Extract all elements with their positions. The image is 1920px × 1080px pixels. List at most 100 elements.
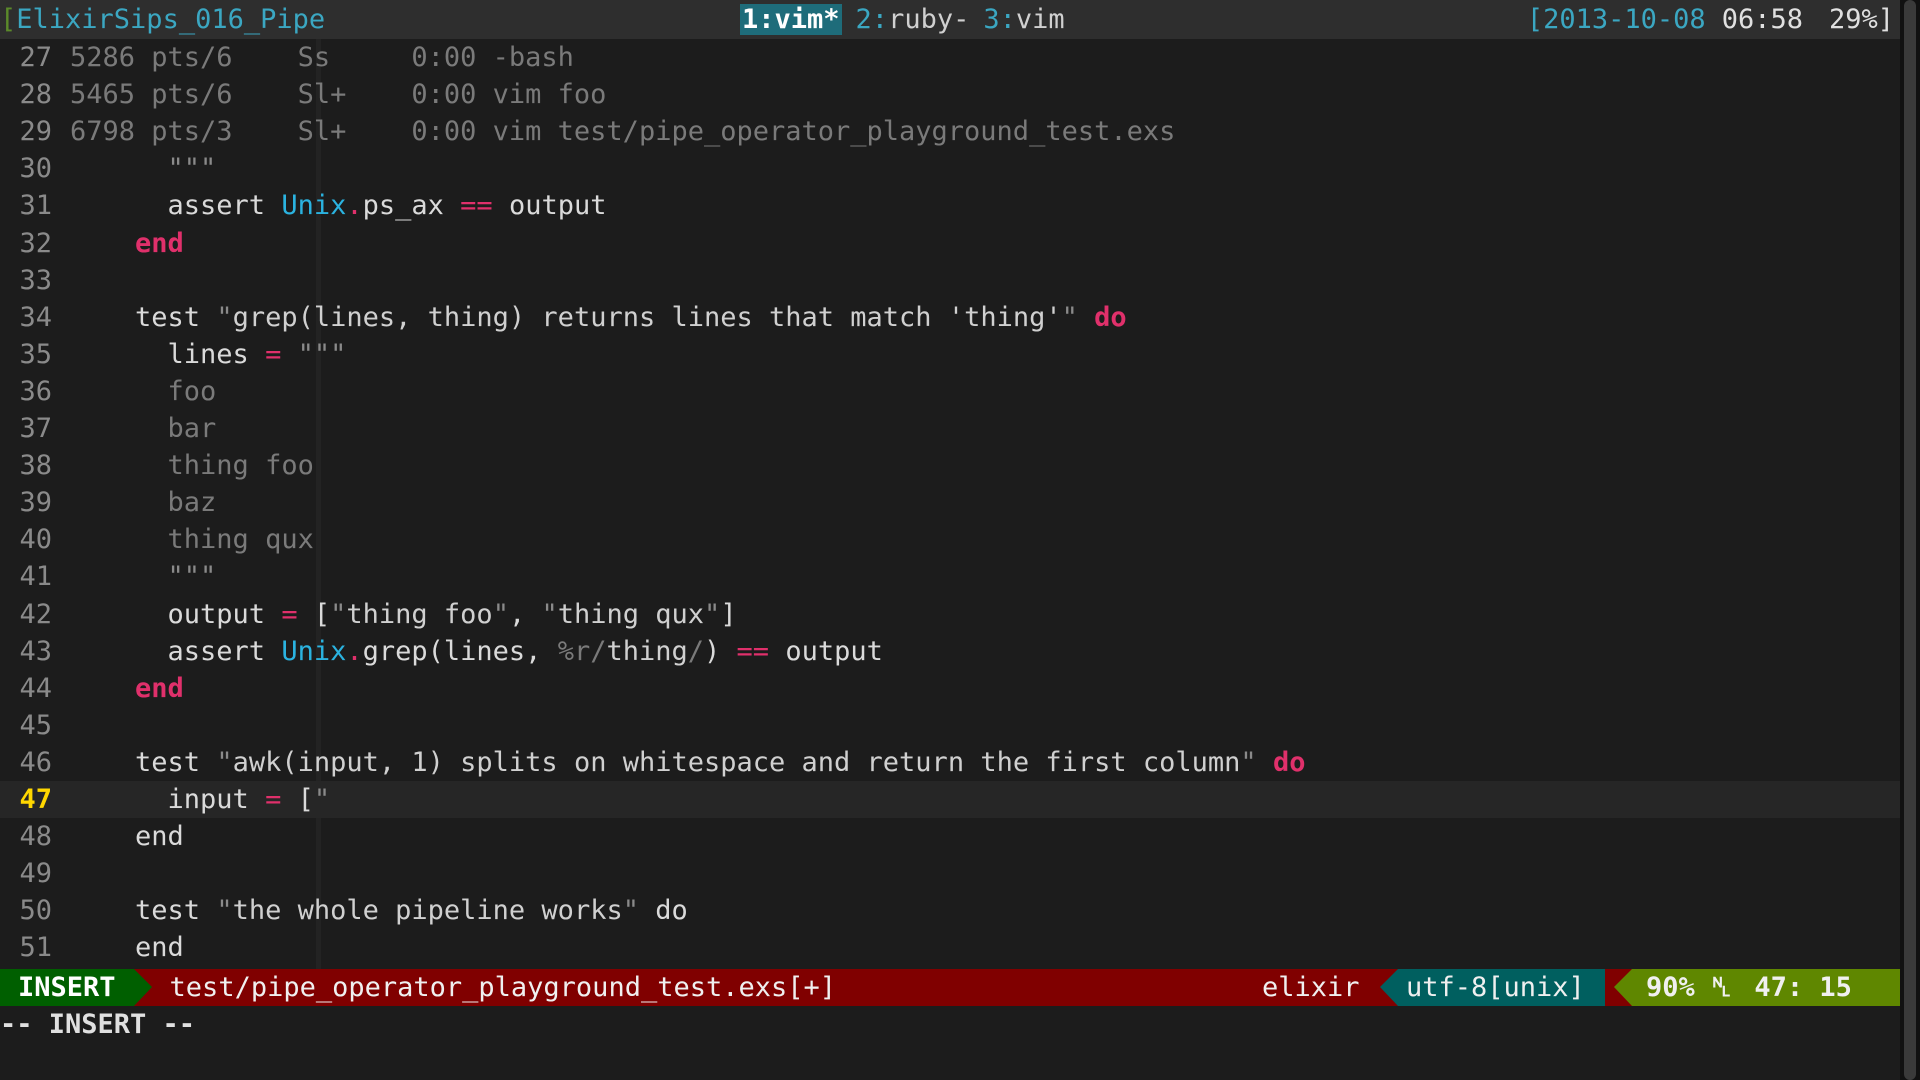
code-token: Unix xyxy=(281,190,347,222)
line-code: test "awk(input, 1) splits on whitespace… xyxy=(70,747,1305,778)
tmux-window-index: 3: xyxy=(983,4,1016,35)
code-line[interactable]: 41 """ xyxy=(0,558,1900,595)
code-token: . xyxy=(346,190,363,222)
code-token: , xyxy=(508,598,542,630)
code-token: assert xyxy=(70,190,282,222)
code-token: baz xyxy=(70,487,217,519)
tmux-window-name: vim xyxy=(1015,4,1065,35)
code-token: bar xyxy=(70,413,217,444)
line-code: """ xyxy=(70,153,217,184)
code-token: ps_ax xyxy=(362,190,461,222)
code-token: " xyxy=(541,598,558,630)
line-number: 32 xyxy=(19,227,52,259)
line-number: 42 xyxy=(19,598,52,630)
line-number: 27 xyxy=(19,42,52,73)
code-line[interactable]: 44 end xyxy=(0,670,1900,707)
tmux-window-index: 1: xyxy=(742,4,775,35)
line-number: 46 xyxy=(19,746,52,778)
tmux-time: 06:58 xyxy=(1721,4,1803,35)
code-line[interactable]: 35 lines = """ xyxy=(0,336,1900,373)
vim-command-line[interactable]: -- INSERT -- xyxy=(0,1006,1900,1043)
line-code: foo xyxy=(70,376,217,407)
line-code: thing foo xyxy=(70,450,314,481)
line-number: 35 xyxy=(19,338,52,370)
current-line[interactable]: 47 input = [" xyxy=(0,781,1900,818)
line-number: 34 xyxy=(19,301,52,333)
code-token: . xyxy=(346,635,363,667)
code-line[interactable]: 33 xyxy=(0,262,1900,299)
line-code: end xyxy=(70,673,184,704)
line-code: end xyxy=(70,228,184,259)
code-token: [ xyxy=(281,784,314,815)
code-token: 6798 pts/3 Sl+ 0:00 vim test/pipe_operat… xyxy=(70,116,1176,148)
code-token: grep(lines, thing) returns lines that ma… xyxy=(232,301,1062,333)
line-number: 41 xyxy=(19,561,52,593)
scrollbar[interactable] xyxy=(1900,0,1920,1080)
code-line[interactable]: 50 test "the whole pipeline works" do xyxy=(0,892,1900,929)
line-number: 30 xyxy=(19,153,52,185)
scrollbar-thumb[interactable] xyxy=(1904,0,1916,1080)
tmux-right-status: [2013-10-08 06:58 29%] xyxy=(1527,0,1894,39)
line-number: 50 xyxy=(19,895,52,927)
code-line[interactable]: 40 thing qux xyxy=(0,521,1900,558)
code-token: " xyxy=(216,746,233,778)
code-line[interactable]: 48 end xyxy=(0,818,1900,855)
code-line[interactable]: 39 baz xyxy=(0,484,1900,521)
tmux-window-tab[interactable]: 2:ruby- xyxy=(856,4,970,35)
code-line[interactable]: 38 thing foo xyxy=(0,447,1900,484)
tmux-window-index: 2: xyxy=(855,4,889,35)
line-number: 39 xyxy=(19,487,52,519)
tmux-window-tab[interactable]: 1:vim* xyxy=(740,4,842,35)
code-line[interactable]: 43 assert Unix.grep(lines, %r/thing/) ==… xyxy=(0,633,1900,670)
code-line[interactable]: 37 bar xyxy=(0,410,1900,447)
code-line[interactable]: 51 end xyxy=(0,929,1900,966)
code-line[interactable]: 30 """ xyxy=(0,150,1900,187)
code-token: " xyxy=(313,784,331,815)
line-code: thing qux xyxy=(70,524,314,555)
code-line[interactable]: 36 foo xyxy=(0,373,1900,410)
line-number: 37 xyxy=(19,413,52,444)
code-token: do xyxy=(638,895,688,927)
code-token: %r/ xyxy=(557,635,607,667)
code-token: grep(lines, xyxy=(362,635,558,667)
line-number: 49 xyxy=(19,858,52,890)
powerline-separator xyxy=(1380,969,1398,1006)
vim-editor-buffer[interactable]: 27 5286 pts/6 Ss 0:00 -bash 28 5465 pts/6 S… xyxy=(0,39,1900,969)
code-token: " xyxy=(1240,746,1257,778)
code-token: thing qux xyxy=(557,598,705,630)
line-code: """ xyxy=(70,561,217,592)
filetype-label: elixir xyxy=(1262,972,1360,1003)
code-token: the whole pipeline works xyxy=(232,895,623,927)
code-token: do xyxy=(1272,746,1306,778)
code-token: lines xyxy=(70,338,266,370)
code-line[interactable]: 29 6798 pts/3 Sl+ 0:00 vim test/pipe_oper… xyxy=(0,113,1900,150)
line-number: 47 xyxy=(19,784,52,815)
line-number: 40 xyxy=(19,524,52,556)
code-token: 5286 pts/6 Ss 0:00 -bash xyxy=(70,42,574,73)
session-bracket: [ xyxy=(0,4,17,35)
code-line[interactable]: 45 xyxy=(0,707,1900,744)
tmux-battery: 29%] xyxy=(1828,4,1894,35)
tmux-date: [2013-10-08 xyxy=(1526,4,1706,35)
tmux-window-tab[interactable]: 3:vim xyxy=(983,4,1064,35)
line-number: 43 xyxy=(19,635,52,667)
code-line[interactable]: 42 output = ["thing foo", "thing qux"] xyxy=(0,596,1900,633)
code-token: """ xyxy=(281,338,347,370)
powerline-separator xyxy=(1614,969,1632,1006)
code-line[interactable]: 49 xyxy=(0,855,1900,892)
code-token: end xyxy=(70,932,184,964)
line-code: baz xyxy=(70,487,217,519)
line-code: assert Unix.grep(lines, %r/thing/) == ou… xyxy=(70,636,883,667)
line-number: 33 xyxy=(19,264,52,296)
code-line[interactable]: 27 5286 pts/6 Ss 0:00 -bash xyxy=(0,39,1900,76)
code-line[interactable]: 34 test "grep(lines, thing) returns line… xyxy=(0,299,1900,336)
code-token: test xyxy=(70,301,217,333)
code-token: thing foo xyxy=(346,598,493,630)
code-line[interactable]: 46 test "awk(input, 1) splits on whitesp… xyxy=(0,744,1900,781)
code-token: end xyxy=(135,672,184,704)
code-line[interactable]: 31 assert Unix.ps_ax == output xyxy=(0,187,1900,224)
code-line[interactable]: 28 5465 pts/6 Sl+ 0:00 vim foo xyxy=(0,76,1900,113)
code-token: = xyxy=(281,598,298,630)
code-line[interactable]: 32 end xyxy=(0,225,1900,262)
